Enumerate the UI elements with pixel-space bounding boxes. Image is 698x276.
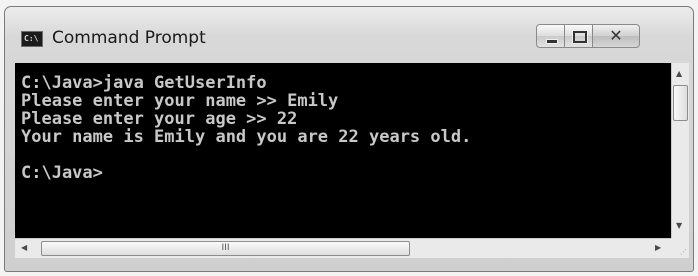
- horizontal-scroll-thumb[interactable]: III: [41, 241, 410, 256]
- scroll-left-arrow-icon[interactable]: ◀: [21, 243, 27, 253]
- resize-corner[interactable]: ⋰: [671, 238, 689, 258]
- console-line: C:\Java>java GetUserInfo: [21, 73, 267, 93]
- resize-grip-icon: ⋰: [680, 248, 687, 256]
- console-text: C:\Java>java GetUserInfo Please enter you…: [15, 63, 671, 182]
- scroll-right-arrow-icon[interactable]: ▶: [655, 243, 661, 253]
- console-line: Your name is Emily and you are 22 years …: [21, 127, 472, 147]
- horizontal-scrollbar[interactable]: ◀ III ▶: [15, 238, 671, 258]
- window-title: Command Prompt: [52, 28, 206, 48]
- close-button[interactable]: ✕: [592, 24, 640, 48]
- command-prompt-window: C:\ Command Prompt ✕ C:\Java>java GetUse…: [4, 6, 694, 272]
- close-icon: ✕: [609, 26, 623, 45]
- title-bar[interactable]: C:\ Command Prompt ✕: [5, 7, 693, 61]
- console-line: C:\Java>: [21, 163, 103, 183]
- minimize-icon: [546, 39, 558, 44]
- vertical-scrollbar[interactable]: ▲ ▼: [671, 63, 689, 238]
- scroll-up-arrow-icon[interactable]: ▲: [676, 69, 682, 79]
- minimize-button[interactable]: [536, 24, 565, 48]
- console-output[interactable]: C:\Java>java GetUserInfo Please enter you…: [15, 63, 671, 238]
- maximize-icon: [573, 31, 587, 43]
- console-line: Please enter your name >> Emily: [21, 91, 339, 111]
- maximize-button[interactable]: [564, 24, 593, 48]
- grip-icon: III: [221, 243, 230, 253]
- console-line: Please enter your age >> 22: [21, 109, 298, 129]
- vertical-scroll-thumb[interactable]: [673, 85, 688, 121]
- command-prompt-icon[interactable]: C:\: [21, 31, 43, 47]
- scroll-down-arrow-icon[interactable]: ▼: [676, 221, 682, 231]
